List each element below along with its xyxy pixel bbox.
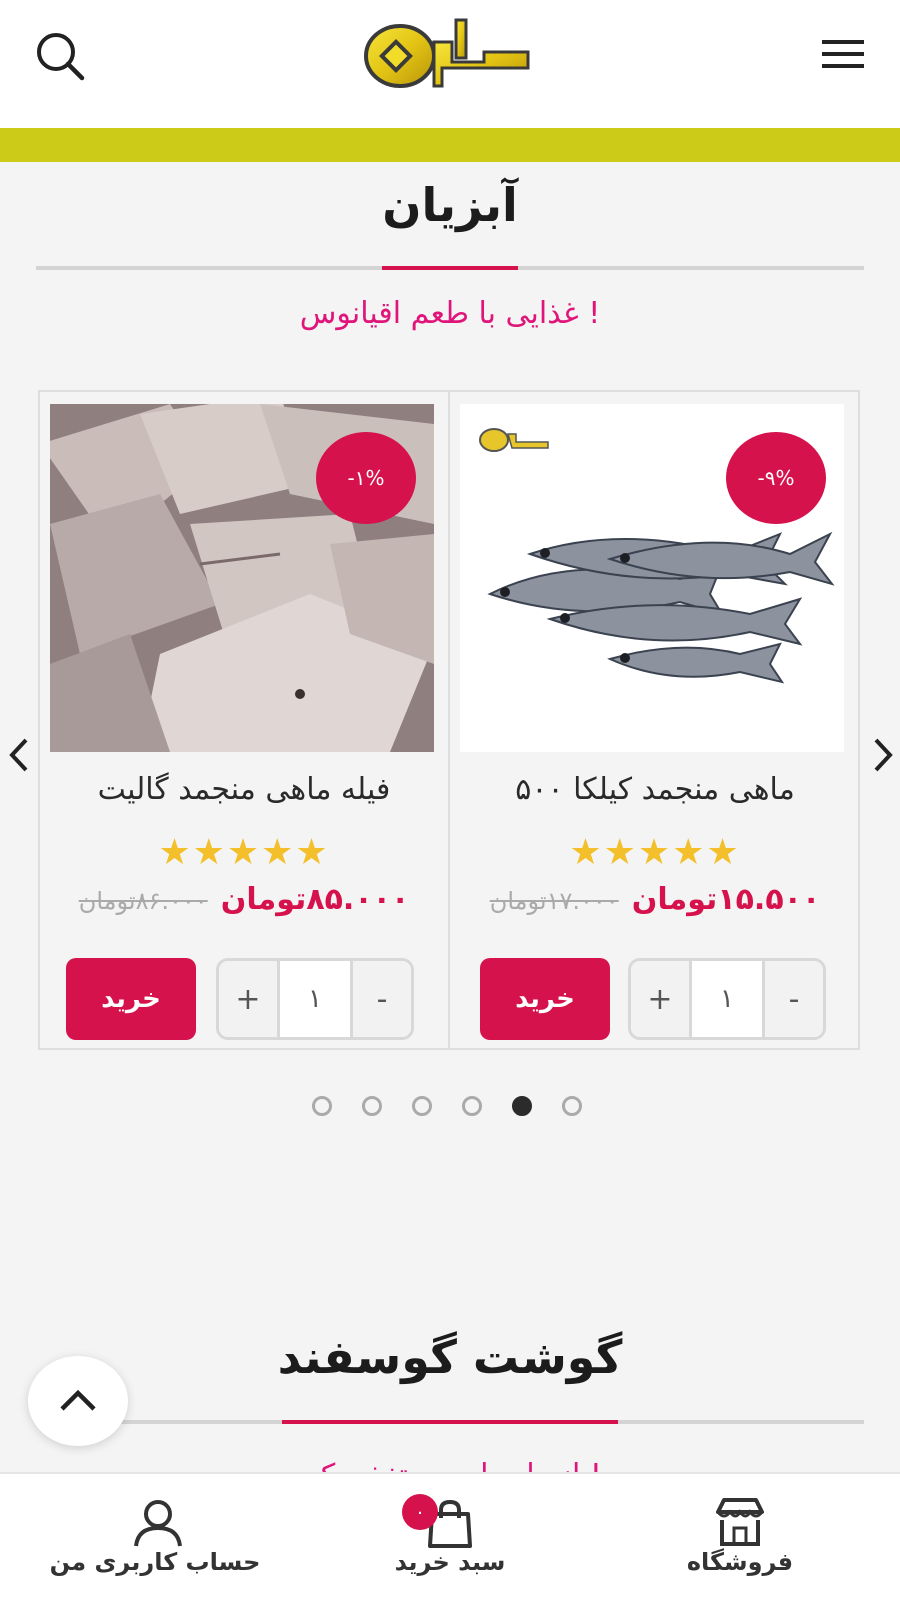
store-icon [716, 1498, 764, 1546]
pagination-dot[interactable] [412, 1096, 432, 1116]
pagination-dot-active[interactable] [512, 1096, 532, 1116]
carousel-next-arrow[interactable] [864, 730, 900, 780]
increase-button[interactable]: + [631, 961, 689, 1037]
quantity-input[interactable]: ۱ [689, 961, 765, 1037]
product-name[interactable]: ماهی منجمد کیلکا ۵۰۰ [450, 772, 860, 807]
carousel-prev-arrow[interactable] [2, 730, 38, 780]
user-icon [134, 1500, 182, 1547]
nav-account-label: حساب کاربری من [49, 1548, 261, 1576]
carousel-pagination [300, 1096, 600, 1124]
rating-stars: ★★★★★ [158, 832, 330, 873]
section-divider-accent [282, 1420, 618, 1424]
scroll-to-top-button[interactable] [28, 1356, 128, 1446]
buy-button[interactable]: خرید [66, 958, 196, 1040]
product-carousel: -۱% فیله ماهی منجمد گالیت ★★★★★ ۸۵.۰۰۰تو… [38, 390, 860, 1050]
product-old-price: ۸۶.۰۰۰تومان [78, 887, 208, 915]
discount-badge: -۱% [316, 432, 416, 524]
pagination-dot[interactable] [462, 1096, 482, 1116]
discount-badge: -۹% [726, 432, 826, 524]
product-image[interactable]: -۹% [460, 404, 844, 752]
pagination-dot[interactable] [312, 1096, 332, 1116]
section-title: آبزیان [382, 178, 518, 232]
decrease-button[interactable]: - [765, 961, 823, 1037]
nav-cart-label: سبد خرید [394, 1548, 506, 1576]
product-price: ۱۵.۵۰۰تومان [631, 882, 821, 917]
pagination-dot[interactable] [562, 1096, 582, 1116]
nav-shop-label: فروشگاه [686, 1548, 794, 1576]
quantity-stepper: + ۱ - [628, 958, 826, 1040]
app-header [0, 0, 900, 128]
product-price: ۸۵.۰۰۰تومان [220, 882, 410, 917]
brand-logo[interactable] [360, 12, 540, 92]
section-subtitle: از دل طبیعت تغذیه کن ! [0, 1460, 900, 1472]
product-card[interactable]: -۱% فیله ماهی منجمد گالیت ★★★★★ ۸۵.۰۰۰تو… [40, 392, 450, 1048]
rating-stars: ★★★★★ [569, 832, 741, 873]
product-old-price: ۱۷.۰۰۰تومان [489, 887, 619, 915]
cart-count-badge: ۰ [402, 1494, 438, 1530]
nav-shop[interactable]: فروشگاه [660, 1474, 820, 1602]
quantity-input[interactable]: ۱ [277, 961, 353, 1037]
increase-button[interactable]: + [219, 961, 277, 1037]
nav-cart[interactable]: سبد خرید [370, 1474, 530, 1602]
search-icon[interactable] [32, 28, 88, 84]
product-image[interactable]: -۱% [50, 404, 434, 752]
product-card[interactable]: -۹% ماهی منجمد کیلکا ۵۰۰ ★★★★★ ۱۵.۵۰۰توم… [450, 392, 860, 1048]
section-subtitle: غذایی با طعم اقیانوس ! [299, 296, 601, 331]
section-divider-accent [382, 266, 518, 270]
decrease-button[interactable]: - [353, 961, 411, 1037]
price-row: ۱۵.۵۰۰تومان ۱۷.۰۰۰تومان [450, 882, 860, 917]
buy-button[interactable]: خرید [480, 958, 610, 1040]
quantity-stepper: + ۱ - [216, 958, 414, 1040]
price-row: ۸۵.۰۰۰تومان ۸۶.۰۰۰تومان [40, 882, 448, 917]
product-name[interactable]: فیله ماهی منجمد گالیت [40, 772, 448, 807]
pagination-dot[interactable] [362, 1096, 382, 1116]
nav-account[interactable]: حساب کاربری من [40, 1474, 270, 1602]
section-title: گوشت گوسفند [277, 1330, 623, 1384]
chevron-up-icon [60, 1389, 96, 1411]
hamburger-menu-icon[interactable] [820, 34, 866, 74]
header-accent-bar [0, 128, 900, 162]
bottom-navigation: حساب کاربری من سبد خرید ۰ فروشگاه [0, 1472, 900, 1602]
